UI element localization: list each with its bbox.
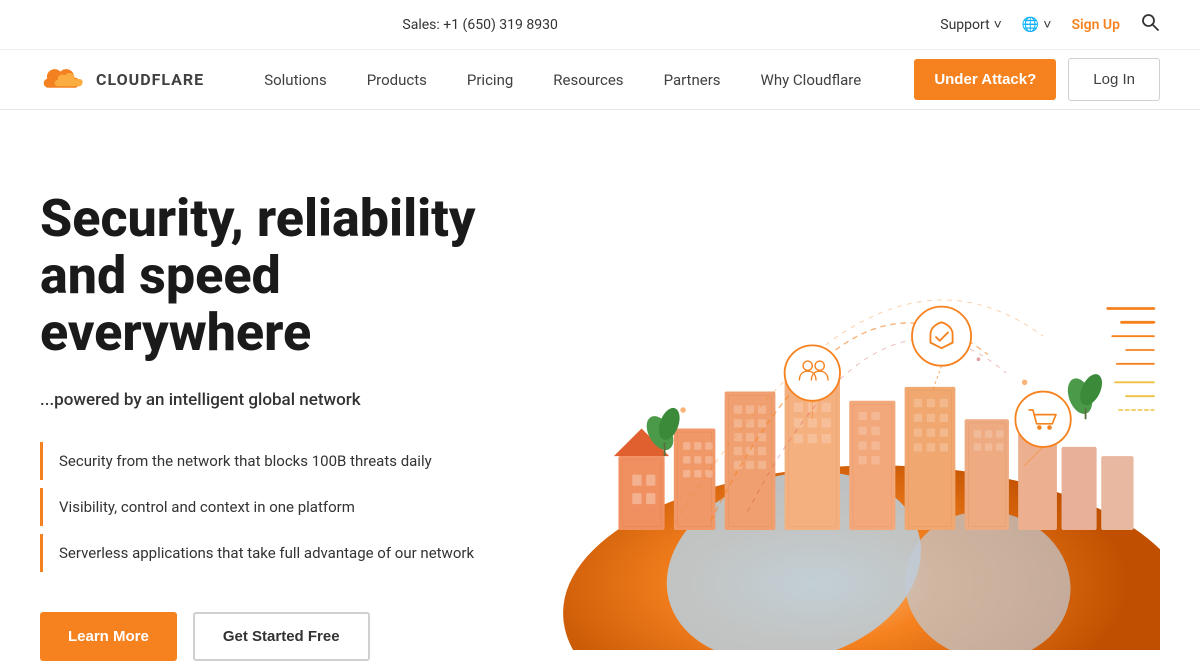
get-started-button[interactable]: Get Started Free [193, 612, 370, 661]
hero-subtitle: ...powered by an intelligent global netw… [40, 390, 520, 410]
hero-content: Security, reliability and speed everywhe… [40, 170, 520, 661]
nav-resources[interactable]: Resources [533, 50, 643, 110]
signup-link[interactable]: Sign Up [1071, 17, 1120, 33]
nav-partners[interactable]: Partners [644, 50, 741, 110]
hero-title: Security, reliability and speed everywhe… [40, 190, 520, 362]
nav-products[interactable]: Products [347, 50, 447, 110]
hero-section: Security, reliability and speed everywhe… [0, 110, 1200, 661]
cloudflare-logo-icon [40, 66, 88, 94]
language-selector[interactable]: 🌐 ˅ [1022, 16, 1052, 33]
sales-phone: Sales: +1 (650) 319 8930 [402, 17, 557, 33]
main-nav: CLOUDFLARE Solutions Products Pricing Re… [0, 50, 1200, 110]
hero-illustration [520, 170, 1160, 650]
hero-bullet-3: Serverless applications that take full a… [40, 534, 520, 572]
globe-chevron-icon: ˅ [1043, 16, 1051, 33]
search-icon[interactable] [1140, 12, 1160, 37]
learn-more-button[interactable]: Learn More [40, 612, 177, 661]
hero-buttons: Learn More Get Started Free [40, 612, 520, 661]
hero-bullets: Security from the network that blocks 10… [40, 442, 520, 572]
globe-icon: 🌐 [1022, 17, 1039, 33]
hero-illustration-svg [520, 170, 1160, 650]
under-attack-button[interactable]: Under Attack? [914, 59, 1056, 100]
hero-bullet-2: Visibility, control and context in one p… [40, 488, 520, 526]
top-bar-right: Support ˅ 🌐 ˅ Sign Up [940, 12, 1160, 37]
nav-why-cloudflare[interactable]: Why Cloudflare [741, 50, 882, 110]
logo-text: CLOUDFLARE [96, 70, 204, 89]
support-label: Support [940, 17, 989, 33]
nav-items: Solutions Products Pricing Resources Par… [244, 50, 914, 110]
support-menu[interactable]: Support ˅ [940, 16, 1002, 33]
nav-right: Under Attack? Log In [914, 58, 1160, 101]
nav-solutions[interactable]: Solutions [244, 50, 347, 110]
top-bar: Sales: +1 (650) 319 8930 Support ˅ 🌐 ˅ S… [0, 0, 1200, 50]
logo[interactable]: CLOUDFLARE [40, 66, 204, 94]
nav-pricing[interactable]: Pricing [447, 50, 533, 110]
login-button[interactable]: Log In [1068, 58, 1160, 101]
hero-bullet-1: Security from the network that blocks 10… [40, 442, 520, 480]
support-chevron-icon: ˅ [994, 16, 1002, 33]
